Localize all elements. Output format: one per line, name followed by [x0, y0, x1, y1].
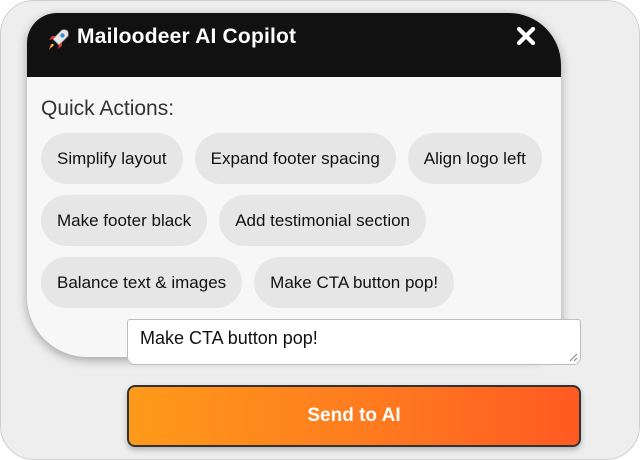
rocket-icon: [49, 29, 69, 50]
chip-simplify-layout[interactable]: Simplify layout: [41, 133, 183, 184]
chip-expand-footer-spacing[interactable]: Expand footer spacing: [194, 133, 396, 184]
chip-make-cta-button-pop[interactable]: Make CTA button pop!: [254, 257, 455, 308]
app-frame: Mailoodeer AI Copilot Quick Actions: Sim…: [0, 0, 640, 460]
panel-title: Mailoodeer AI Copilot: [77, 25, 297, 48]
send-to-ai-button[interactable]: Send to AI: [127, 385, 581, 447]
copilot-panel: Mailoodeer AI Copilot Quick Actions: Sim…: [27, 13, 561, 357]
prompt-field: [127, 319, 581, 365]
chip-make-footer-black[interactable]: Make footer black: [41, 195, 208, 246]
quick-actions-label: Quick Actions:: [41, 97, 175, 120]
chip-add-testimonial-section[interactable]: Add testimonial section: [219, 195, 427, 246]
panel-header: Mailoodeer AI Copilot: [27, 13, 561, 77]
quick-actions-row: Simplify layout Expand footer spacing Al…: [41, 133, 551, 184]
prompt-input[interactable]: [128, 320, 580, 364]
resize-handle-icon[interactable]: [568, 352, 578, 362]
chip-balance-text-images[interactable]: Balance text & images: [41, 257, 243, 308]
quick-actions-list: Simplify layout Expand footer spacing Al…: [41, 133, 551, 319]
chip-align-logo-left[interactable]: Align logo left: [407, 133, 542, 184]
close-icon[interactable]: [515, 25, 537, 47]
quick-actions-row: Make footer black Add testimonial sectio…: [41, 195, 551, 246]
quick-actions-row: Balance text & images Make CTA button po…: [41, 257, 551, 308]
